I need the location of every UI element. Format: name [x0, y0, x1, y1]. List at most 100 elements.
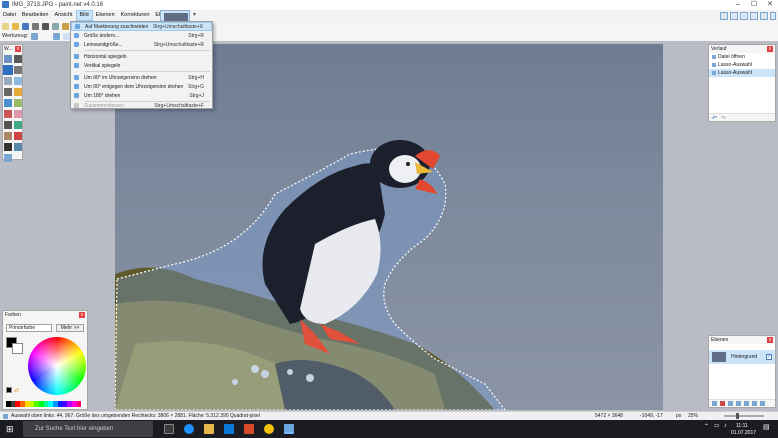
taskbar-search[interactable]: Zur Suche Text hier eingeben: [23, 421, 153, 437]
lasso-icon: [712, 71, 716, 75]
move-selected-icon[interactable]: [14, 66, 22, 74]
clock-time[interactable]: 11:11: [736, 423, 748, 429]
layer-row[interactable]: Hintergrund ✓: [709, 350, 775, 364]
store-icon[interactable]: [224, 424, 234, 434]
shapes-icon[interactable]: [4, 154, 12, 162]
paste-icon[interactable]: [62, 22, 69, 30]
network-icon[interactable]: ▭: [714, 423, 719, 429]
help-icon[interactable]: [770, 12, 776, 20]
menu-item-flip-horizontal[interactable]: Horizontal spiegeln: [71, 52, 212, 61]
menu-bearbeiten[interactable]: Bearbeiten: [19, 10, 52, 21]
swap-colors-icon[interactable]: ⇄: [14, 387, 19, 394]
recolor-icon[interactable]: [14, 132, 22, 140]
menu-item-flip-vertical[interactable]: Vertikal spiegeln: [71, 61, 212, 70]
secondary-color-swatch[interactable]: [12, 343, 23, 354]
menu-item-rotate-180[interactable]: Um 180° drehen Strg+J: [71, 91, 212, 100]
add-layer-icon[interactable]: [712, 401, 717, 406]
rectangle-select-icon[interactable]: [4, 55, 12, 63]
new-file-icon[interactable]: [2, 22, 9, 30]
tools-toggle-icon[interactable]: [720, 12, 728, 20]
notifications-icon[interactable]: ▤: [763, 423, 770, 431]
copy-icon[interactable]: [52, 22, 59, 30]
close-button[interactable]: ✕: [762, 0, 778, 10]
lasso-select-icon[interactable]: [3, 65, 13, 75]
paintbrush-icon[interactable]: [4, 110, 12, 118]
clone-stamp-icon[interactable]: [4, 132, 12, 140]
ellipse-select-icon[interactable]: [4, 77, 12, 85]
history-item-selected[interactable]: Lasso-Auswahl: [709, 69, 775, 77]
task-view-icon[interactable]: [164, 424, 174, 434]
more-colors-button[interactable]: Mehr >>: [56, 324, 84, 332]
menu-datei[interactable]: Datei: [0, 10, 19, 21]
line-curve-icon[interactable]: [14, 143, 22, 151]
layer-properties-icon[interactable]: [760, 401, 765, 406]
merge-layer-icon[interactable]: [736, 401, 741, 406]
zoom-icon[interactable]: [14, 77, 22, 85]
zoom-slider[interactable]: [724, 415, 764, 417]
undo-icon[interactable]: ↶: [712, 115, 717, 122]
history-item[interactable]: Lasso-Auswahl: [709, 61, 775, 69]
magic-wand-icon[interactable]: [4, 88, 12, 96]
pan-icon[interactable]: [14, 88, 22, 96]
color-wheel[interactable]: [28, 337, 86, 395]
windows-start-icon[interactable]: ⊞: [6, 424, 16, 434]
tray-chevron-icon[interactable]: ⌃: [704, 423, 709, 430]
pencil-icon[interactable]: [4, 121, 12, 129]
layers-toggle-icon[interactable]: [740, 12, 748, 20]
lasso-tool-icon[interactable]: [31, 32, 39, 40]
move-up-icon[interactable]: [744, 401, 749, 406]
menu-item-resize[interactable]: Größe ändern... Strg+R: [71, 31, 212, 40]
print-icon[interactable]: [32, 22, 39, 30]
reset-colors-icon[interactable]: [6, 387, 12, 393]
menu-korrekturen[interactable]: Korrekturen: [118, 10, 153, 21]
paint-bucket-icon[interactable]: [4, 99, 12, 107]
colors-toggle-icon[interactable]: [750, 12, 758, 20]
volume-icon[interactable]: ♪: [724, 423, 727, 429]
zoom-value[interactable]: 25%: [688, 413, 698, 419]
menu-item-canvas-size[interactable]: Leinwandgröße... Strg+Umschalttaste+R: [71, 40, 212, 49]
menu-item-rotate-90-cw[interactable]: Um 90° im Uhrzeigersinn drehen Strg+H: [71, 73, 212, 82]
minimize-button[interactable]: –: [730, 0, 746, 10]
menu-item-rotate-90-ccw[interactable]: Um 90° entgegen dem Uhrzeigersinn drehen…: [71, 82, 212, 91]
file-explorer-icon[interactable]: [204, 424, 214, 434]
text-icon[interactable]: [4, 143, 12, 151]
colors-panel-close-button[interactable]: x: [79, 312, 85, 318]
history-toggle-icon[interactable]: [730, 12, 738, 20]
cut-icon[interactable]: [42, 22, 49, 30]
gradient-icon[interactable]: [14, 99, 22, 107]
image-menu-dropdown: Auf Markierung zuschneiden Strg+Umschalt…: [70, 21, 213, 109]
history-panel-close-button[interactable]: x: [767, 46, 773, 52]
maximize-button[interactable]: ☐: [746, 0, 762, 10]
app-icon-red[interactable]: [244, 424, 254, 434]
color-palette[interactable]: [6, 401, 86, 407]
zoom-slider-handle[interactable]: [736, 413, 739, 419]
save-icon[interactable]: [22, 22, 29, 30]
duplicate-layer-icon[interactable]: [728, 401, 733, 406]
eraser-icon[interactable]: [14, 110, 22, 118]
color-target-select[interactable]: Primärfarbe: [6, 324, 52, 332]
tab-dropdown-icon[interactable]: ▾: [193, 11, 196, 18]
layers-panel-close-button[interactable]: x: [767, 337, 773, 343]
chrome-icon[interactable]: [264, 424, 274, 434]
selection-mode-replace-icon[interactable]: [53, 32, 61, 40]
menu-item-crop-to-selection[interactable]: Auf Markierung zuschneiden Strg+Umschalt…: [71, 22, 212, 31]
redo-icon[interactable]: ↷: [721, 115, 726, 122]
units-select[interactable]: px: [676, 413, 681, 419]
menu-item-flatten[interactable]: Zusammenfassen Strg+Umschalttaste+F: [71, 101, 212, 110]
color-picker-icon[interactable]: [14, 121, 22, 129]
layers-panel: Ebenen x Hintergrund ✓: [708, 335, 776, 408]
tools-panel-close-button[interactable]: x: [15, 46, 21, 52]
clock-date[interactable]: 01.07.2017: [731, 430, 756, 436]
move-down-icon[interactable]: [752, 401, 757, 406]
paintnet-taskbar-icon[interactable]: [284, 424, 294, 434]
layer-visibility-checkbox[interactable]: ✓: [766, 354, 772, 360]
settings-icon[interactable]: [760, 12, 768, 20]
menu-ebenen[interactable]: Ebenen: [93, 10, 118, 21]
move-selection-icon[interactable]: [14, 55, 22, 63]
menu-ansicht[interactable]: Ansicht: [51, 10, 75, 21]
delete-layer-icon[interactable]: [720, 401, 725, 406]
edge-browser-icon[interactable]: [184, 424, 194, 434]
menu-bild[interactable]: Bild: [75, 10, 93, 21]
open-file-icon[interactable]: [12, 22, 19, 30]
history-item[interactable]: Datei öffnen: [709, 53, 775, 61]
